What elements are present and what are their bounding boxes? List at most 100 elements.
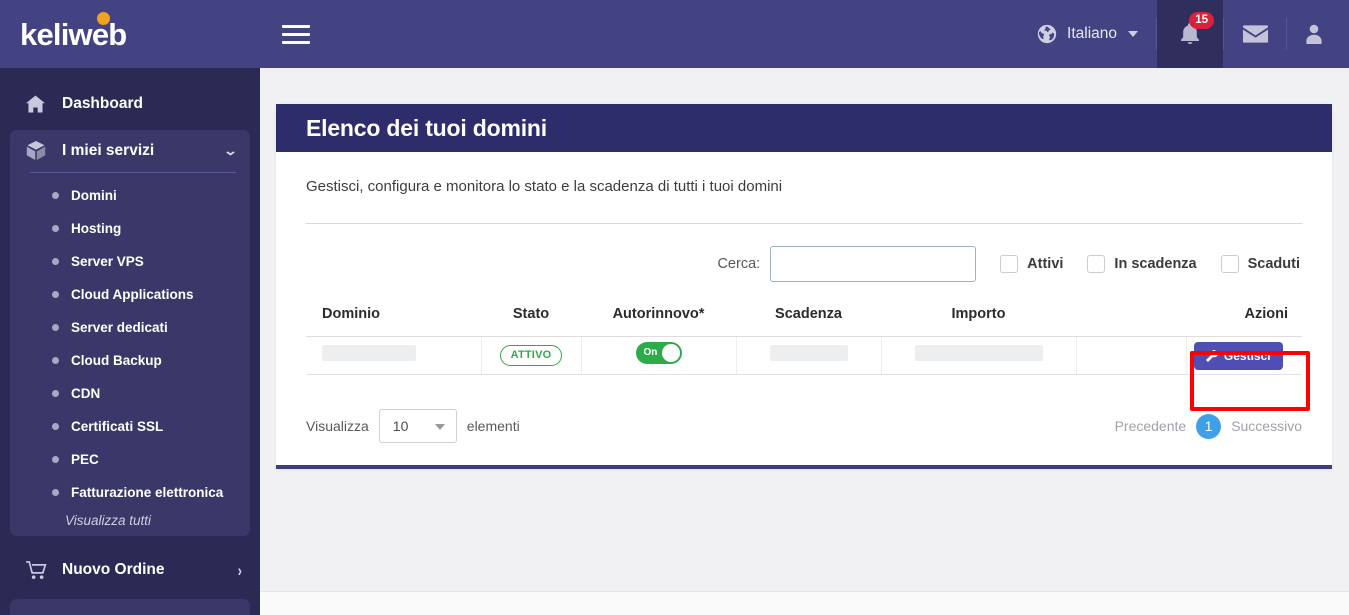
- toggle-label: On: [643, 347, 658, 358]
- checkbox-attivi[interactable]: [1000, 255, 1019, 273]
- sidebar-item-fatturazione-elettronica[interactable]: Fatturazione elettronica: [10, 476, 250, 509]
- globe-icon: [1036, 23, 1058, 45]
- user-icon: [1302, 22, 1326, 46]
- sidebar-item-server-vps[interactable]: Server VPS: [10, 245, 250, 278]
- bullet-icon: [52, 291, 59, 298]
- sidebar-item-dashboard[interactable]: Dashboard: [0, 84, 260, 124]
- bullet-icon: [52, 489, 59, 496]
- column-header-stato[interactable]: Stato: [481, 306, 581, 337]
- chevron-down-icon: ⌄: [223, 143, 238, 158]
- filter-in-scadenza[interactable]: In scadenza: [1087, 255, 1197, 273]
- sidebar-item-server-dedicati[interactable]: Server dedicati: [10, 311, 250, 344]
- sidebar-group-services: I miei servizi ⌄ Domini Hosting Server V…: [10, 130, 250, 536]
- page-number-1[interactable]: 1: [1196, 413, 1222, 439]
- main-content: Elenco dei tuoi domini Gestisci, configu…: [260, 68, 1349, 615]
- page-subtitle: Gestisci, configura e monitora lo stato …: [306, 178, 783, 195]
- divider: [306, 223, 1302, 224]
- checkbox-scaduti[interactable]: [1220, 255, 1239, 273]
- cell-scadenza: [736, 336, 882, 375]
- sidebar: Dashboard I miei servizi ⌄ Domini Hostin…: [0, 68, 260, 615]
- search-input[interactable]: [770, 246, 977, 282]
- checkbox-label: Scaduti: [1247, 256, 1300, 272]
- chevron-right-icon: ›: [237, 560, 242, 580]
- group-separator: [30, 172, 236, 173]
- card-header: Elenco dei tuoi domini: [276, 104, 1332, 152]
- envelope-icon: [1242, 24, 1269, 44]
- sidebar-label-nuovo-ordine: Nuovo Ordine: [62, 561, 165, 578]
- sidebar-label: Server dedicati: [71, 320, 168, 335]
- table-body: ATTIVO On Gestisci: [306, 336, 1302, 375]
- sidebar-label: PEC: [71, 452, 99, 467]
- pagination-row: Visualizza 10 elementi Precedente 1 Succ…: [306, 409, 1302, 443]
- sidebar-item-pec[interactable]: PEC: [10, 443, 250, 476]
- cell-importo: [881, 336, 1077, 375]
- top-bar: keliweb Italiano 15: [0, 0, 1349, 68]
- domains-card: Elenco dei tuoi domini Gestisci, configu…: [276, 104, 1332, 469]
- brand-dot-icon: [97, 12, 110, 25]
- notifications-button[interactable]: 15: [1157, 0, 1223, 68]
- hamburger-line: [282, 32, 310, 36]
- cell-autorinnovo: On: [581, 336, 737, 375]
- sidebar-item-cloud-applications[interactable]: Cloud Applications: [10, 278, 250, 311]
- autorenew-toggle[interactable]: On: [635, 342, 682, 364]
- hamburger-icon[interactable]: [282, 21, 312, 47]
- redacted-value: [322, 345, 416, 361]
- filter-scaduti[interactable]: Scaduti: [1220, 255, 1300, 273]
- language-label: Italiano: [1067, 25, 1117, 42]
- previous-page-button[interactable]: Precedente: [1115, 418, 1187, 434]
- cart-icon: [26, 560, 52, 580]
- filter-row: Cerca: Attivi In scadenza Scaduti: [306, 246, 1302, 282]
- language-selector[interactable]: Italiano: [1030, 0, 1156, 68]
- elements-label: elementi: [466, 418, 520, 434]
- bullet-icon: [52, 456, 59, 463]
- bullet-icon: [52, 423, 59, 430]
- page-size-value: 10: [392, 418, 409, 434]
- cell-stato: ATTIVO: [481, 336, 582, 375]
- cell-blank: [1076, 336, 1187, 375]
- gestisci-label: Gestisci: [1223, 348, 1271, 363]
- home-icon: [26, 95, 52, 113]
- sidebar-item-cdn[interactable]: CDN: [10, 377, 250, 410]
- redacted-value: [769, 345, 848, 361]
- brand-name: keliweb: [20, 16, 127, 52]
- cell-dominio: [306, 336, 482, 375]
- domains-table: Dominio Stato Autorinnovo* Scadenza Impo…: [306, 306, 1302, 375]
- table-header: Dominio Stato Autorinnovo* Scadenza Impo…: [306, 306, 1302, 337]
- checkbox-in-scadenza[interactable]: [1087, 255, 1106, 273]
- hamburger-line: [282, 24, 310, 28]
- column-header-importo[interactable]: Importo: [881, 306, 1076, 337]
- top-bar-actions: Italiano 15: [1030, 0, 1349, 68]
- sidebar-item-cloud-backup[interactable]: Cloud Backup: [10, 344, 250, 377]
- sidebar-label: Domini: [71, 188, 117, 203]
- gestisci-button[interactable]: Gestisci: [1193, 341, 1283, 370]
- wrench-icon: [1205, 349, 1218, 362]
- brand-logo[interactable]: keliweb: [0, 0, 260, 68]
- user-menu-button[interactable]: [1287, 0, 1349, 68]
- sidebar-label-services: I miei servizi: [62, 142, 155, 159]
- page-size-label: Visualizza: [306, 418, 369, 434]
- sidebar-label: Cloud Applications: [71, 287, 194, 302]
- sidebar-label: Fatturazione elettronica: [71, 485, 224, 500]
- filter-attivi[interactable]: Attivi: [1000, 255, 1063, 273]
- sidebar-group-services-toggle[interactable]: I miei servizi ⌄: [10, 130, 250, 172]
- sidebar-item-nuovo-ordine[interactable]: Nuovo Ordine ›: [0, 550, 260, 590]
- column-header-scadenza[interactable]: Scadenza: [736, 306, 881, 337]
- sidebar-next-group[interactable]: [10, 599, 250, 615]
- chevron-down-icon: [434, 424, 445, 430]
- sidebar-label: Hosting: [71, 221, 122, 236]
- next-page-button[interactable]: Successivo: [1231, 418, 1302, 434]
- bullet-icon: [52, 192, 59, 199]
- column-header-dominio[interactable]: Dominio: [306, 306, 481, 337]
- table-header-row: Dominio Stato Autorinnovo* Scadenza Impo…: [306, 306, 1302, 337]
- column-header-autorinnovo[interactable]: Autorinnovo*: [581, 306, 736, 337]
- sidebar-item-domini[interactable]: Domini: [10, 179, 250, 212]
- sidebar-view-all-link[interactable]: Visualizza tutti: [10, 513, 250, 528]
- sidebar-label: CDN: [71, 386, 101, 401]
- sidebar-item-certificati-ssl[interactable]: Certificati SSL: [10, 410, 250, 443]
- bullet-icon: [52, 390, 59, 397]
- page-size-select[interactable]: 10: [378, 409, 457, 443]
- sidebar-item-hosting[interactable]: Hosting: [10, 212, 250, 245]
- sidebar-label: Certificati SSL: [71, 419, 164, 434]
- redacted-value: [914, 345, 1043, 361]
- messages-button[interactable]: [1224, 0, 1286, 68]
